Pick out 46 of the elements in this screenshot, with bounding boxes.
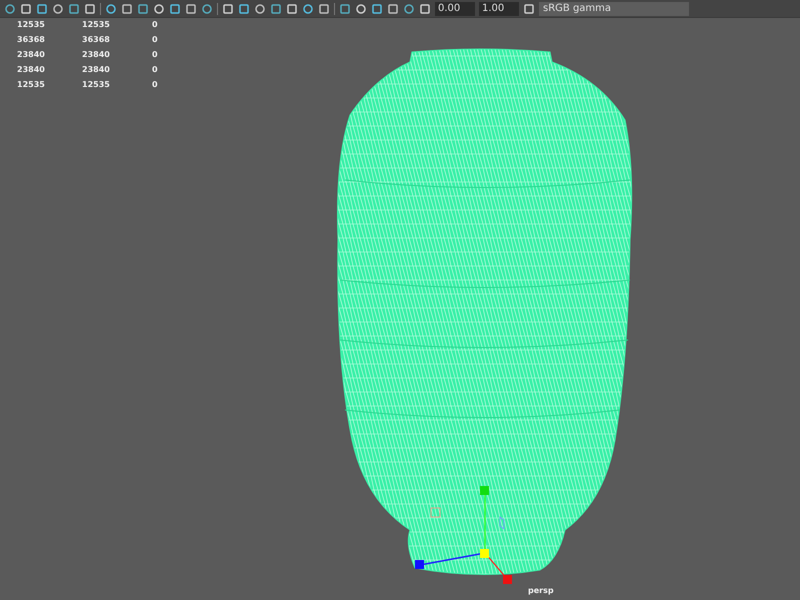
toolbar-tool-icon[interactable] bbox=[238, 2, 250, 14]
poly-count-value: 12535 bbox=[17, 19, 46, 31]
toolbar-tool-icon[interactable] bbox=[137, 2, 149, 14]
toolbar-tool-icon[interactable] bbox=[270, 2, 282, 14]
toolbar-tool-icon[interactable] bbox=[201, 2, 213, 14]
poly-count-value: 36368 bbox=[82, 34, 111, 46]
toolbar-tool-icon[interactable] bbox=[387, 2, 399, 14]
color-space-dropdown[interactable]: sRGB gamma bbox=[539, 2, 689, 16]
toolbar-tool-icon[interactable] bbox=[339, 2, 351, 14]
toolbar-tool-icon[interactable] bbox=[254, 2, 266, 14]
poly-count-value: 0 bbox=[152, 34, 159, 46]
poly-count-value: 36368 bbox=[17, 34, 46, 46]
toolbar-tool-icon[interactable] bbox=[20, 2, 32, 14]
toolbar-tool-icon[interactable] bbox=[318, 2, 330, 14]
toolbar-tool-icon[interactable] bbox=[419, 2, 431, 14]
toolbar-tool-icon[interactable] bbox=[4, 2, 16, 14]
toolbar-tool-icon[interactable] bbox=[153, 2, 165, 14]
poly-count-value: 0 bbox=[152, 64, 159, 76]
poly-count-value: 23840 bbox=[17, 49, 46, 61]
toolbar-tool-icon[interactable] bbox=[84, 2, 96, 14]
toolbar-tool-icon[interactable] bbox=[523, 2, 535, 14]
toolbar-tool-icon[interactable] bbox=[169, 2, 181, 14]
toolbar-tool-icon[interactable] bbox=[355, 2, 367, 14]
toolbar-tool-icon[interactable] bbox=[68, 2, 80, 14]
toolbar-tool-icon[interactable] bbox=[222, 2, 234, 14]
poly-count-value: 0 bbox=[152, 79, 159, 91]
poly-count-value: 12535 bbox=[82, 79, 111, 91]
toolbar-tool-icon[interactable] bbox=[52, 2, 64, 14]
poly-count-value: 12535 bbox=[82, 19, 111, 31]
toolbar-tool-icon[interactable] bbox=[36, 2, 48, 14]
toolbar-tool-icon[interactable] bbox=[105, 2, 117, 14]
poly-count-value: 0 bbox=[152, 19, 159, 31]
camera-label: persp bbox=[528, 586, 554, 595]
poly-count-value: 23840 bbox=[82, 49, 111, 61]
poly-count-value: 12535 bbox=[17, 79, 46, 91]
toolbar-tool-icon[interactable] bbox=[403, 2, 415, 14]
number-field[interactable]: 0.00 bbox=[435, 2, 475, 16]
toolbar-tool-icon[interactable] bbox=[121, 2, 133, 14]
poly-count-value: 23840 bbox=[82, 64, 111, 76]
number-field[interactable]: 1.00 bbox=[479, 2, 519, 16]
poly-count-value: 23840 bbox=[17, 64, 46, 76]
toolbar-tool-icon[interactable] bbox=[371, 2, 383, 14]
toolbar-tool-icon[interactable] bbox=[185, 2, 197, 14]
toolbar-tool-icon[interactable] bbox=[286, 2, 298, 14]
poly-count-value: 0 bbox=[152, 49, 159, 61]
toolbar-tool-icon[interactable] bbox=[302, 2, 314, 14]
